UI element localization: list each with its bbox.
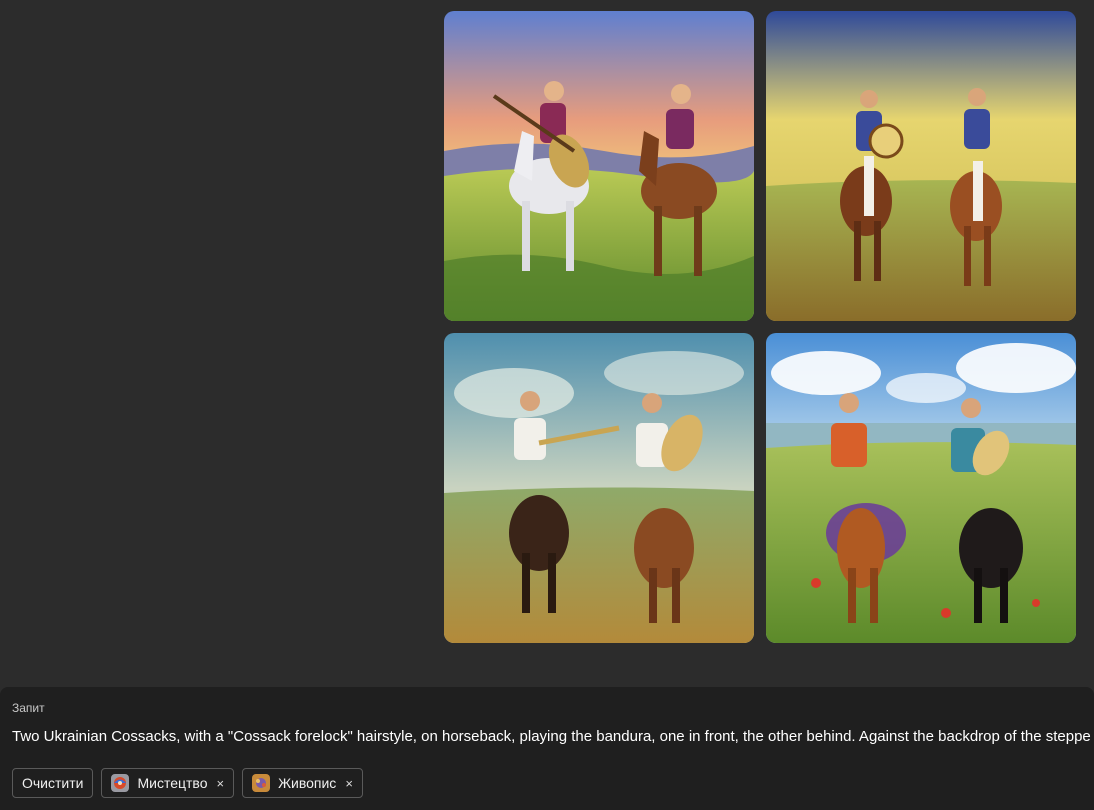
art-style-thumbnail-icon (111, 774, 130, 792)
painting-style-thumbnail-icon (252, 774, 271, 792)
prompt-chip-row: Очистити Мистецтво × Живопис × (12, 768, 363, 798)
generated-image-4[interactable] (766, 333, 1076, 643)
prompt-panel: Запит Two Ukrainian Cossacks, with a "Co… (0, 687, 1094, 810)
prompt-heading: Запит (12, 701, 45, 715)
cossacks-painting-2-icon (766, 11, 1076, 321)
style-chip-painting-label: Живопис (278, 775, 337, 791)
style-chip-art-label: Мистецтво (137, 775, 208, 791)
cossacks-painting-1-icon (444, 11, 754, 321)
generated-image-3[interactable] (444, 333, 754, 643)
cossacks-painting-4-icon (766, 333, 1076, 643)
style-chip-painting[interactable]: Живопис × (242, 768, 363, 798)
generated-image-2[interactable] (766, 11, 1076, 321)
cossacks-painting-3-icon (444, 333, 754, 643)
remove-art-chip-close-icon[interactable]: × (217, 777, 225, 790)
clear-button[interactable]: Очистити (12, 768, 94, 798)
style-chip-art[interactable]: Мистецтво × (101, 768, 235, 798)
remove-painting-chip-close-icon[interactable]: × (345, 777, 353, 790)
image-results-area (0, 0, 1094, 687)
clear-button-label: Очистити (22, 775, 84, 791)
generated-image-1[interactable] (444, 11, 754, 321)
prompt-text[interactable]: Two Ukrainian Cossacks, with a "Cossack … (12, 728, 1091, 745)
